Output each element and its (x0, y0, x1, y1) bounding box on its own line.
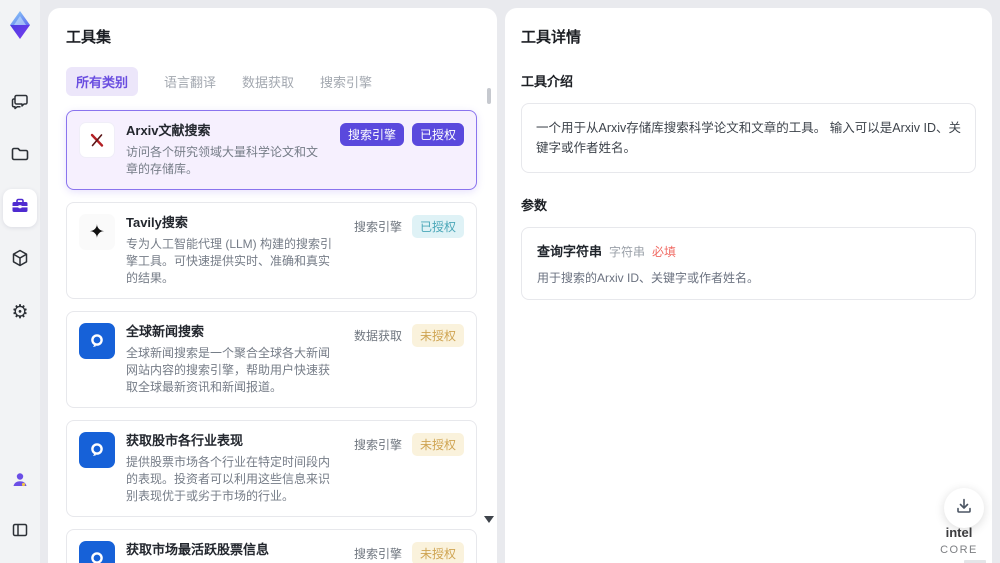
download-button[interactable] (944, 488, 984, 528)
icon-rail: ⚙ (0, 0, 40, 563)
tool-card-arxiv[interactable]: Arxiv文献搜索 访问各个研究领域大量科学论文和文章的存储库。 搜索引擎 已授… (66, 110, 477, 190)
settings-gear-icon: ⚙ (11, 301, 29, 323)
intel-core-logo: intel CORE (928, 525, 990, 563)
tool-name: 获取市场最活跃股票信息 (126, 542, 270, 557)
sidebar-item-settings[interactable]: ⚙ (3, 293, 37, 331)
param-item: 查询字符串 字符串 必填 用于搜索的Arxiv ID、关键字或作者姓名。 (521, 227, 976, 300)
app-logo (7, 10, 33, 45)
category-label: 搜索引擎 (353, 547, 402, 561)
scrollbar-down-arrow[interactable] (484, 516, 494, 523)
download-icon (955, 497, 973, 520)
user-avatar-icon (11, 471, 29, 494)
param-required-badge: 必填 (652, 245, 677, 259)
status-badge: 未授权 (411, 542, 464, 563)
tab-all-categories[interactable]: 所有类别 (66, 67, 139, 96)
category-label: 搜索引擎 (353, 438, 402, 452)
tool-card-sector-performance[interactable]: 获取股市各行业表现 提供股票市场各个行业在特定时间段内的表现。投资者可以利用这些… (66, 420, 477, 517)
status-badge: 未授权 (411, 324, 464, 347)
category-badge: 搜索引擎 (339, 123, 404, 146)
param-desc: 用于搜索的Arxiv ID、关键字或作者姓名。 (537, 271, 760, 285)
user-avatar[interactable] (3, 463, 37, 501)
category-label: 搜索引擎 (353, 220, 402, 234)
tool-desc: 提供股票市场各个行业在特定时间段内的表现。投资者可以利用这些信息来识别表现优于或… (126, 455, 331, 503)
sidebar-item-files[interactable] (3, 137, 37, 175)
toolset-panel: 工具集 所有类别 语言翻译 数据获取 搜索引擎 Arxiv文献搜索 访问各个研究… (48, 8, 497, 563)
category-label: 数据获取 (353, 329, 402, 343)
package-icon (10, 248, 30, 273)
intro-heading: 工具介绍 (521, 74, 574, 89)
tool-name: Arxiv文献搜索 (126, 123, 211, 138)
tab-translation[interactable]: 语言翻译 (164, 72, 216, 91)
sidebar-item-plugins[interactable] (3, 241, 37, 279)
intro-box: 一个用于从Arxiv存储库搜索科学论文和文章的工具。 输入可以是Arxiv ID… (521, 103, 976, 173)
scrollbar-thumb[interactable] (487, 88, 491, 104)
intel-wordmark: intel (945, 525, 973, 540)
collapse-panel-icon (11, 521, 29, 544)
sidebar-item-chat[interactable] (3, 85, 37, 123)
tool-desc: 全球新闻搜索是一个聚合全球各大新闻网站内容的搜索引擎，帮助用户快速获取全球最新资… (126, 346, 331, 394)
tool-name: 全球新闻搜索 (126, 324, 205, 339)
tool-desc: 访问各个研究领域大量科学论文和文章的存储库。 (126, 145, 319, 176)
tab-search-engine[interactable]: 搜索引擎 (320, 72, 372, 91)
param-type: 字符串 (609, 245, 646, 259)
toolbox-icon (10, 196, 30, 221)
sidebar-item-toolset[interactable] (3, 189, 37, 227)
tool-card-active-stocks[interactable]: 获取市场最活跃股票信息 提供当天交易量最高的股票列表，投资者可以利用这些信息来识… (66, 529, 477, 563)
collapse-sidebar-button[interactable] (3, 513, 37, 551)
tool-detail-panel: 工具详情 工具介绍 一个用于从Arxiv存储库搜索科学论文和文章的工具。 输入可… (505, 8, 992, 563)
core-wordmark: CORE (940, 544, 978, 556)
tool-name: Tavily搜索 (126, 215, 188, 230)
status-badge: 已授权 (411, 215, 464, 238)
blue-search-icon (79, 432, 115, 468)
tool-name: 获取股市各行业表现 (126, 433, 244, 448)
tavily-star-icon: ✦ (79, 214, 115, 250)
detail-title: 工具详情 (521, 29, 582, 46)
tab-data-fetch[interactable]: 数据获取 (242, 72, 294, 91)
params-heading: 参数 (521, 198, 548, 213)
status-badge: 未授权 (411, 433, 464, 456)
blue-search-icon (79, 323, 115, 359)
param-name: 查询字符串 (537, 244, 603, 259)
tool-desc: 专为人工智能代理 (LLM) 构建的搜索引擎工具。可快速提供实时、准确和真实的结… (126, 237, 333, 285)
folder-icon (10, 144, 30, 169)
tool-card-tavily[interactable]: ✦ Tavily搜索 专为人工智能代理 (LLM) 构建的搜索引擎工具。可快速提… (66, 202, 477, 299)
tool-list: Arxiv文献搜索 访问各个研究领域大量科学论文和文章的存储库。 搜索引擎 已授… (66, 110, 497, 563)
tool-card-global-news[interactable]: 全球新闻搜索 全球新闻搜索是一个聚合全球各大新闻网站内容的搜索引擎，帮助用户快速… (66, 311, 477, 408)
category-tabs: 所有类别 语言翻译 数据获取 搜索引擎 (66, 67, 497, 96)
arxiv-chi-icon (79, 122, 115, 158)
status-badge: 已授权 (411, 123, 464, 146)
blue-search-icon (79, 541, 115, 563)
page-title: 工具集 (66, 29, 112, 46)
chat-icon (10, 92, 30, 117)
